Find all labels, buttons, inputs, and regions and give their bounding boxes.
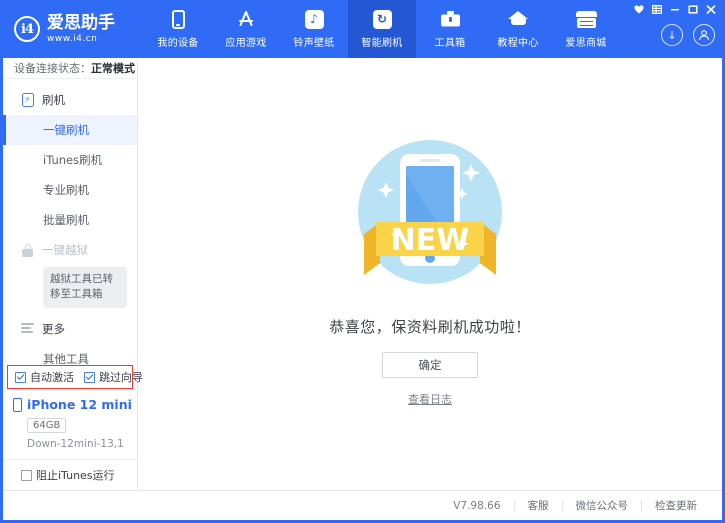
view-log-link[interactable]: 查看日志 xyxy=(408,391,452,407)
sidebar-group-label: 刷机 xyxy=(42,92,65,108)
sidebar-group-more[interactable]: 更多 xyxy=(3,314,137,344)
check-update-link[interactable]: 检查更新 xyxy=(642,498,710,513)
download-icon[interactable]: ↓ xyxy=(661,24,683,46)
connection-status-value: 正常模式 xyxy=(91,60,135,76)
nav-label: 教程中心 xyxy=(497,34,538,49)
checkbox-label: 自动激活 xyxy=(30,369,74,385)
device-card[interactable]: iPhone 12 mini 64GB Down-12mini-13,1 xyxy=(3,389,137,460)
sidebar: 设备连接状态：正常模式 ⚡ 刷机 一键刷机 iTunes刷机 专业刷机 批量刷机 xyxy=(3,58,138,490)
nav-label: 我的设备 xyxy=(157,34,198,49)
ringtone-wallpaper-icon: ♪ xyxy=(303,9,325,29)
skip-wizard-checkbox[interactable]: 跳过向导 xyxy=(84,369,143,385)
menu-icon[interactable] xyxy=(649,3,665,16)
toolbox-icon xyxy=(439,9,461,29)
sidebar-group-label: 更多 xyxy=(42,321,65,337)
device-capacity-badge: 64GB xyxy=(27,418,66,433)
nav-label: 智能刷机 xyxy=(361,34,402,49)
checkbox-box xyxy=(15,372,26,383)
logo-mark-icon: i4 xyxy=(14,16,40,42)
app-window: i4 爱思助手 www.i4.cn 我的设备 应用游戏 ♪ 铃声壁纸 xyxy=(0,0,725,523)
customer-service-link[interactable]: 客服 xyxy=(515,498,562,513)
block-itunes-checkbox[interactable]: 阻止iTunes运行 xyxy=(21,467,115,483)
nav-item-store[interactable]: 爱思商城 xyxy=(552,0,620,58)
block-itunes-row: 阻止iTunes运行 xyxy=(3,460,137,490)
nav-label: 工具箱 xyxy=(435,34,466,49)
nav-item-my-device[interactable]: 我的设备 xyxy=(144,0,212,58)
version-label: V7.98.66 xyxy=(440,500,513,512)
content-area: 设备连接状态：正常模式 ⚡ 刷机 一键刷机 iTunes刷机 专业刷机 批量刷机 xyxy=(3,58,722,490)
maximize-icon[interactable] xyxy=(685,3,701,16)
main-panel: NEW 恭喜您，保资料刷机成功啦！ 确定 查看日志 xyxy=(138,58,722,490)
account-actions: ↓ xyxy=(661,24,715,46)
title-bar: i4 爱思助手 www.i4.cn 我的设备 应用游戏 ♪ 铃声壁纸 xyxy=(0,0,725,58)
sidebar-group-label: 一键越狱 xyxy=(42,242,88,258)
message-icon[interactable] xyxy=(631,3,647,16)
nav-label: 爱思商城 xyxy=(565,34,606,49)
store-icon xyxy=(575,9,597,29)
close-icon[interactable] xyxy=(703,3,719,16)
connection-status: 设备连接状态：正常模式 xyxy=(3,58,137,79)
device-identifier: Down-12mini-13,1 xyxy=(27,438,137,450)
nav-item-tutorial-center[interactable]: 教程中心 xyxy=(484,0,552,58)
ribbon-text: NEW xyxy=(391,223,470,258)
device-name-row: iPhone 12 mini xyxy=(13,397,137,412)
flash-options-highlight: 自动激活 跳过向导 xyxy=(7,365,133,389)
flash-icon: ⚡ xyxy=(20,93,35,108)
nav-item-apps-games[interactable]: 应用游戏 xyxy=(212,0,280,58)
sidebar-item-label: 批量刷机 xyxy=(43,212,89,228)
sidebar-item-label: 其他工具 xyxy=(43,351,89,365)
minimize-icon[interactable] xyxy=(667,3,683,16)
lock-icon xyxy=(20,243,35,258)
checkbox-box xyxy=(84,372,95,383)
logo-name: 爱思助手 xyxy=(47,15,115,32)
nav-label: 铃声壁纸 xyxy=(293,34,334,49)
account-icon[interactable] xyxy=(693,24,715,46)
device-phone-icon xyxy=(13,398,22,412)
app-logo: i4 爱思助手 www.i4.cn xyxy=(0,0,138,58)
sidebar-item-label: iTunes刷机 xyxy=(43,152,102,168)
sidebar-item-itunes-flash[interactable]: iTunes刷机 xyxy=(3,145,137,175)
success-message: 恭喜您，保资料刷机成功啦！ xyxy=(329,316,531,337)
nav-item-smart-flash[interactable]: ↻ 智能刷机 xyxy=(348,0,416,58)
nav-item-toolbox[interactable]: 工具箱 xyxy=(416,0,484,58)
window-controls xyxy=(631,3,719,16)
smart-flash-icon: ↻ xyxy=(371,9,393,29)
checkbox-box xyxy=(21,470,32,481)
list-icon xyxy=(20,321,35,336)
logo-url: www.i4.cn xyxy=(47,35,115,44)
status-bar-links: V7.98.66 客服 微信公众号 检查更新 xyxy=(440,498,710,513)
checkbox-label: 跳过向导 xyxy=(99,369,143,385)
app-store-icon xyxy=(235,9,257,29)
confirm-button[interactable]: 确定 xyxy=(382,352,478,378)
sidebar-item-pro-flash[interactable]: 专业刷机 xyxy=(3,175,137,205)
auto-activate-checkbox[interactable]: 自动激活 xyxy=(15,369,74,385)
sidebar-item-one-key-flash[interactable]: 一键刷机 xyxy=(3,115,137,145)
tutorial-center-icon xyxy=(507,9,529,29)
sidebar-item-batch-flash[interactable]: 批量刷机 xyxy=(3,205,137,235)
connection-status-label: 设备连接状态： xyxy=(14,60,91,76)
sidebar-group-jailbreak: 一键越狱 xyxy=(3,235,137,265)
sidebar-menu: ⚡ 刷机 一键刷机 iTunes刷机 专业刷机 批量刷机 xyxy=(3,79,137,365)
my-device-icon xyxy=(167,9,189,29)
nav-item-ringtone-wallpaper[interactable]: ♪ 铃声壁纸 xyxy=(280,0,348,58)
sidebar-item-label: 专业刷机 xyxy=(43,182,89,198)
main-navigation: 我的设备 应用游戏 ♪ 铃声壁纸 ↻ 智能刷机 工具箱 xyxy=(144,0,620,58)
sidebar-group-flash[interactable]: ⚡ 刷机 xyxy=(3,85,137,115)
status-bar: V7.98.66 客服 微信公众号 检查更新 xyxy=(3,490,722,520)
device-name: iPhone 12 mini xyxy=(27,397,132,412)
wechat-link[interactable]: 微信公众号 xyxy=(563,498,642,513)
sidebar-item-other-tools[interactable]: 其他工具 xyxy=(3,344,137,365)
jailbreak-moved-tooltip: 越狱工具已转移至工具箱 xyxy=(43,267,127,307)
checkbox-label: 阻止iTunes运行 xyxy=(36,467,115,483)
sidebar-item-label: 一键刷机 xyxy=(43,122,89,138)
nav-label: 应用游戏 xyxy=(225,34,266,49)
new-phone-badge-illustration: NEW xyxy=(340,126,520,306)
